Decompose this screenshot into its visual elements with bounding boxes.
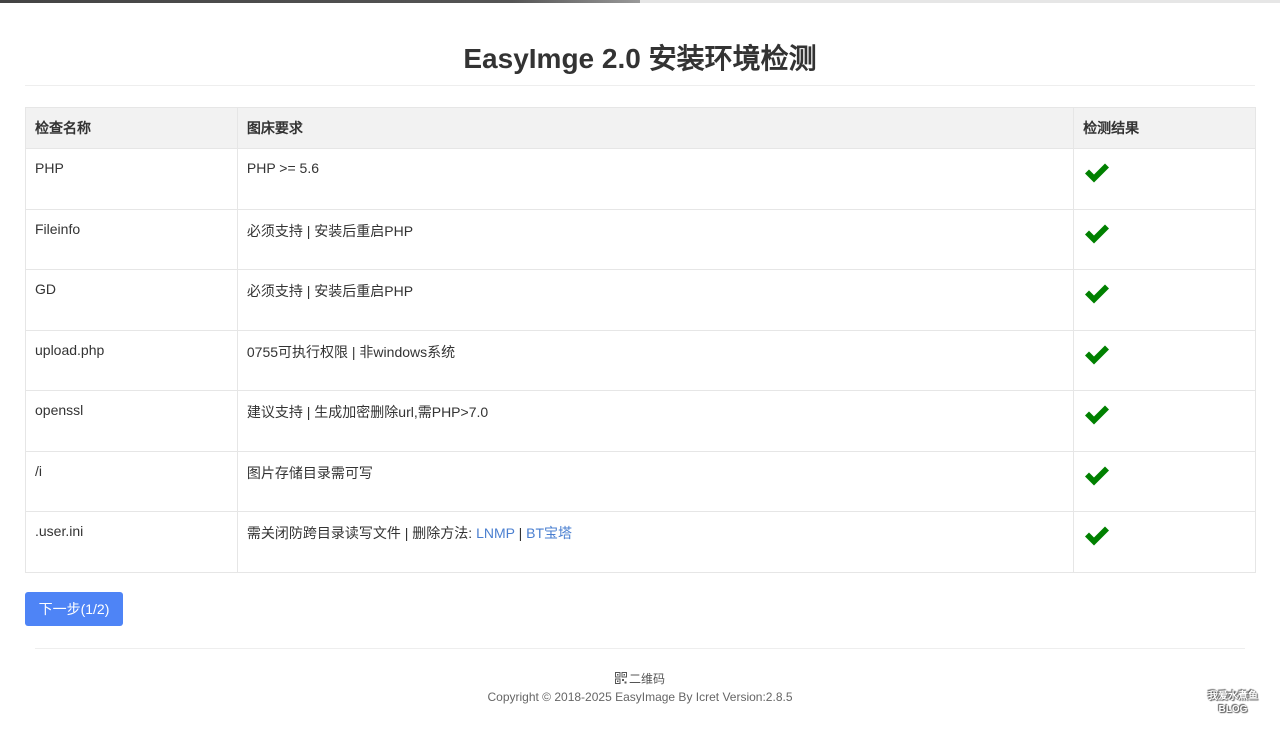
- result-cell: [1073, 450, 1256, 512]
- column-header-check-name: 检查名称: [25, 107, 238, 149]
- watermark-line-1: 我爱水煮鱼: [1208, 691, 1258, 702]
- requirement-cell: 建议支持 | 生成加密删除url,需PHP>7.0: [236, 390, 1075, 452]
- checkmark-icon: [1083, 403, 1111, 427]
- table-header-row: 检查名称 图床要求 检测结果: [25, 107, 1256, 149]
- next-step-button[interactable]: 下一步(1/2): [25, 592, 123, 626]
- watermark-line-2: BLOG: [1218, 704, 1248, 715]
- table-row: upload.php 0755可执行权限 | 非windows系统: [25, 329, 1256, 391]
- page-loading-progress: [0, 0, 640, 3]
- requirement-cell: 图片存储目录需可写: [236, 450, 1075, 512]
- check-name-cell: Fileinfo: [25, 208, 238, 270]
- page-title: EasyImge 2.0 安装环境检测: [463, 43, 817, 74]
- table-row: GD 必须支持 | 安装后重启PHP: [25, 269, 1256, 331]
- result-cell: [1073, 390, 1256, 452]
- checkmark-icon: [1083, 524, 1111, 548]
- environment-check-table: 检查名称 图床要求 检测结果 PHP PHP >= 5.6 Fileinfo 必…: [25, 107, 1256, 573]
- footer-divider: [35, 648, 1245, 649]
- check-name-cell: /i: [25, 450, 238, 512]
- copyright-text: Copyright © 2018-2025 EasyImage By Icret…: [487, 690, 793, 704]
- qrcode-label: 二维码: [628, 672, 665, 686]
- checkmark-icon: [1083, 282, 1111, 306]
- qrcode-icon: [614, 672, 627, 684]
- check-name-cell: GD: [25, 269, 238, 331]
- requirement-cell: 必须支持 | 安装后重启PHP: [236, 208, 1075, 270]
- result-cell: [1073, 148, 1256, 210]
- requirement-cell: 必须支持 | 安装后重启PHP: [236, 269, 1075, 331]
- table-row: openssl 建议支持 | 生成加密删除url,需PHP>7.0: [25, 390, 1256, 452]
- checkmark-icon: [1083, 161, 1111, 185]
- table-row: /i 图片存储目录需可写: [25, 450, 1256, 512]
- requirement-cell: 0755可执行权限 | 非windows系统: [236, 329, 1075, 391]
- checkmark-icon: [1083, 464, 1111, 488]
- bt-panel-link[interactable]: BT宝塔: [526, 525, 572, 541]
- check-name-cell: openssl: [25, 390, 238, 452]
- requirement-text: 需关闭防跨目录读写文件 | 删除方法:: [246, 525, 477, 541]
- column-header-result: 检测结果: [1073, 107, 1256, 149]
- check-name-cell: upload.php: [25, 329, 238, 391]
- requirement-cell: PHP >= 5.6: [236, 148, 1075, 210]
- result-cell: [1073, 329, 1256, 391]
- result-cell: [1073, 208, 1256, 270]
- check-name-cell: .user.ini: [25, 511, 238, 573]
- check-name-cell: PHP: [25, 148, 238, 210]
- column-header-requirement: 图床要求: [236, 107, 1075, 149]
- page-loading-bar: [0, 0, 1280, 3]
- blog-watermark: 我爱水煮鱼 BLOG: [1198, 690, 1268, 718]
- result-cell: [1073, 511, 1256, 573]
- table-row: Fileinfo 必须支持 | 安装后重启PHP: [25, 208, 1256, 270]
- table-row: PHP PHP >= 5.6: [25, 148, 1256, 210]
- lnmp-link[interactable]: LNMP: [476, 525, 515, 541]
- result-cell: [1073, 269, 1256, 331]
- table-row: .user.ini 需关闭防跨目录读写文件 | 删除方法: LNMP | BT宝…: [25, 511, 1256, 573]
- link-separator: |: [514, 525, 527, 541]
- qrcode-toggle[interactable]: 二维码: [0, 670, 1280, 687]
- checkmark-icon: [1083, 343, 1111, 367]
- checkmark-icon: [1083, 222, 1111, 246]
- page-header: EasyImge 2.0 安装环境检测: [25, 28, 1255, 86]
- requirement-cell: 需关闭防跨目录读写文件 | 删除方法: LNMP | BT宝塔: [236, 511, 1075, 573]
